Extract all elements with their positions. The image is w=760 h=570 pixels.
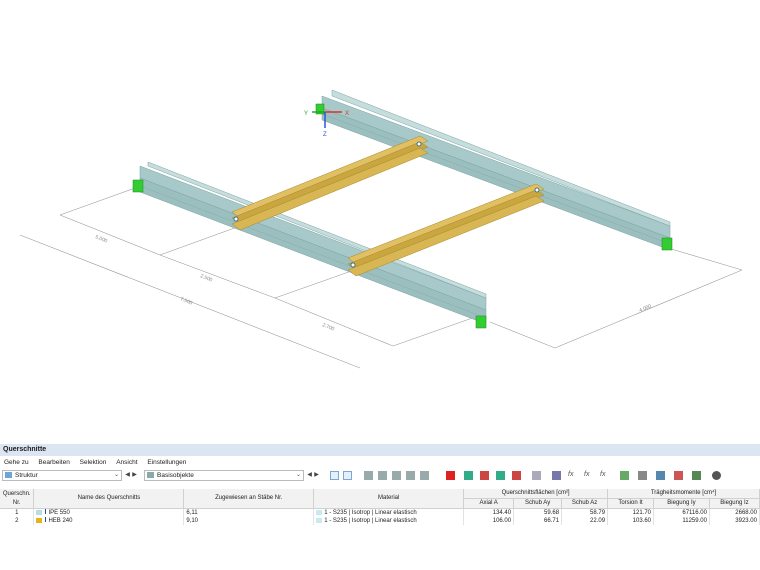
chevron-down-icon: ⌄	[295, 472, 301, 478]
cell-torsion[interactable]: 103.60	[607, 517, 654, 525]
next-button[interactable]: ▶	[131, 471, 138, 480]
table-icon[interactable]	[392, 471, 401, 480]
col-header-torsion[interactable]: Torsion It	[607, 498, 654, 509]
col-header-name[interactable]: Name des Querschnitts	[33, 489, 185, 509]
beam-heb-1[interactable]	[231, 135, 429, 231]
axis-y-label: Y	[304, 111, 308, 117]
dimension-label: 4.000	[638, 303, 652, 313]
menu-item-settings[interactable]: Einstellungen	[147, 459, 186, 466]
cell-bend-z[interactable]: 3923.00	[709, 517, 760, 525]
menu-item-edit[interactable]: Bearbeiten	[38, 459, 69, 466]
cell-assigned[interactable]: 9,10	[183, 517, 315, 525]
material-swatch	[316, 509, 323, 515]
axis-z-label: Z	[323, 132, 327, 138]
color-swatch	[36, 517, 43, 523]
cell-no[interactable]: 1	[0, 508, 35, 517]
object-type-icon	[147, 472, 154, 478]
chart-icon[interactable]	[674, 471, 683, 480]
group-header-moments: Trägheitsmomente [cm⁴]	[607, 489, 760, 499]
col-header-bend-y[interactable]: Biegung Iy	[653, 498, 710, 509]
col-header-axial[interactable]: Axial A	[463, 498, 515, 509]
panel-menubar: Gehe zu Bearbeiten Selektion Ansicht Ein…	[0, 457, 760, 468]
filter-icon[interactable]	[343, 471, 352, 480]
sections-panel: Querschnitte Gehe zu Bearbeiten Selektio…	[0, 444, 760, 570]
panel-title: Querschnitte	[0, 444, 760, 456]
table-icon[interactable]	[406, 471, 415, 480]
material-swatch	[316, 517, 323, 523]
cell-shear-y[interactable]: 59.68	[513, 508, 563, 517]
table-row[interactable]: 2 I HEB 240 9,10 1 - S235 | Isotrop | Lin…	[0, 517, 760, 525]
cell-bend-y[interactable]: 67116.00	[653, 508, 710, 517]
cell-name[interactable]: I HEB 240	[33, 517, 185, 525]
add-icon[interactable]	[464, 471, 473, 480]
i-beam-icon: I	[44, 509, 47, 516]
remove-icon[interactable]	[480, 471, 489, 480]
cell-shear-y[interactable]: 66.71	[513, 517, 563, 525]
object-type-combo-value: Basisobjekte	[157, 472, 194, 479]
cell-bend-y[interactable]: 11259.00	[653, 517, 710, 525]
menu-item-goto[interactable]: Gehe zu	[4, 459, 29, 466]
print-icon[interactable]	[620, 471, 629, 480]
section-icon[interactable]	[656, 471, 665, 480]
decimal-icon[interactable]	[692, 471, 701, 480]
table-row[interactable]: 1 I IPE 550 6,11 1 - S235 | Isotrop | Lin…	[0, 508, 760, 517]
cell-shear-z[interactable]: 58.79	[561, 508, 609, 517]
cell-axial[interactable]: 134.40	[463, 508, 515, 517]
col-header-no: Querschn. Nr.	[0, 489, 35, 509]
dimension-label: 2.700	[321, 322, 335, 332]
formula-icon[interactable]: fx	[568, 471, 577, 480]
col-header-shear-y[interactable]: Schub Ay	[513, 498, 563, 509]
window-icon[interactable]	[532, 471, 541, 480]
cell-torsion[interactable]: 121.70	[607, 508, 654, 517]
chevron-down-icon: ⌄	[113, 472, 119, 478]
structure-combo[interactable]: Struktur ⌄	[2, 470, 122, 481]
table-icon[interactable]	[420, 471, 429, 480]
next-button-2[interactable]: ▶	[313, 471, 320, 480]
menu-item-view[interactable]: Ansicht	[116, 459, 137, 466]
search-icon[interactable]	[712, 471, 721, 480]
column-icon[interactable]	[552, 471, 561, 480]
col-header-assigned[interactable]: Zugewiesen an Stäbe Nr.	[183, 489, 315, 509]
prev-button-2[interactable]: ◀	[306, 471, 313, 480]
table-icon[interactable]	[378, 471, 387, 480]
cell-shear-z[interactable]: 22.09	[561, 517, 609, 525]
delete-icon[interactable]	[446, 471, 455, 480]
formula-icon[interactable]: fx	[584, 471, 593, 480]
group-header-areas: Querschnittsflächen [cm²]	[463, 489, 609, 499]
col-header-bend-z[interactable]: Biegung Iz	[709, 498, 760, 509]
cell-material[interactable]: 1 - S235 | Isotrop | Linear elastisch	[313, 508, 465, 517]
cell-name[interactable]: I IPE 550	[33, 508, 185, 517]
image-icon[interactable]	[638, 471, 647, 480]
select-icon[interactable]	[330, 471, 339, 480]
i-beam-icon: I	[44, 517, 47, 524]
col-header-shear-z[interactable]: Schub Az	[561, 498, 609, 509]
prev-button[interactable]: ◀	[124, 471, 131, 480]
menu-item-selection[interactable]: Selektion	[80, 459, 107, 466]
panel-toolbar: Struktur ⌄ ◀ ▶ Basisobjekte ⌄ ◀ ▶ fx fx …	[0, 469, 760, 483]
import-icon[interactable]	[496, 471, 505, 480]
cell-assigned[interactable]: 6,11	[183, 508, 315, 517]
dimension-label: 2.500	[199, 273, 213, 283]
object-type-combo[interactable]: Basisobjekte ⌄	[144, 470, 304, 481]
cell-axial[interactable]: 106.00	[463, 517, 515, 525]
formula-icon[interactable]: fx	[600, 471, 609, 480]
col-header-material[interactable]: Material	[313, 489, 465, 509]
export-icon[interactable]	[512, 471, 521, 480]
cell-bend-z[interactable]: 2668.00	[709, 508, 760, 517]
model-canvas[interactable]: 5.000 2.500 7.500 2.700 4.000 X Y Z	[0, 0, 760, 442]
cell-material[interactable]: 1 - S235 | Isotrop | Linear elastisch	[313, 517, 465, 525]
structure-combo-value: Struktur	[15, 472, 38, 479]
dimension-label: 7.500	[179, 296, 193, 306]
structure-icon	[5, 472, 12, 478]
color-swatch	[36, 509, 43, 515]
cell-no[interactable]: 2	[0, 517, 35, 525]
sections-table: Querschn. Nr. Name des Querschnitts Zuge…	[0, 489, 760, 525]
table-icon[interactable]	[364, 471, 373, 480]
beam-heb-2[interactable]	[347, 183, 545, 277]
dimension-label: 5.000	[94, 234, 108, 244]
model-viewport[interactable]: 5.000 2.500 7.500 2.700 4.000 X Y Z	[0, 0, 760, 442]
axis-x-label: X	[345, 111, 349, 117]
